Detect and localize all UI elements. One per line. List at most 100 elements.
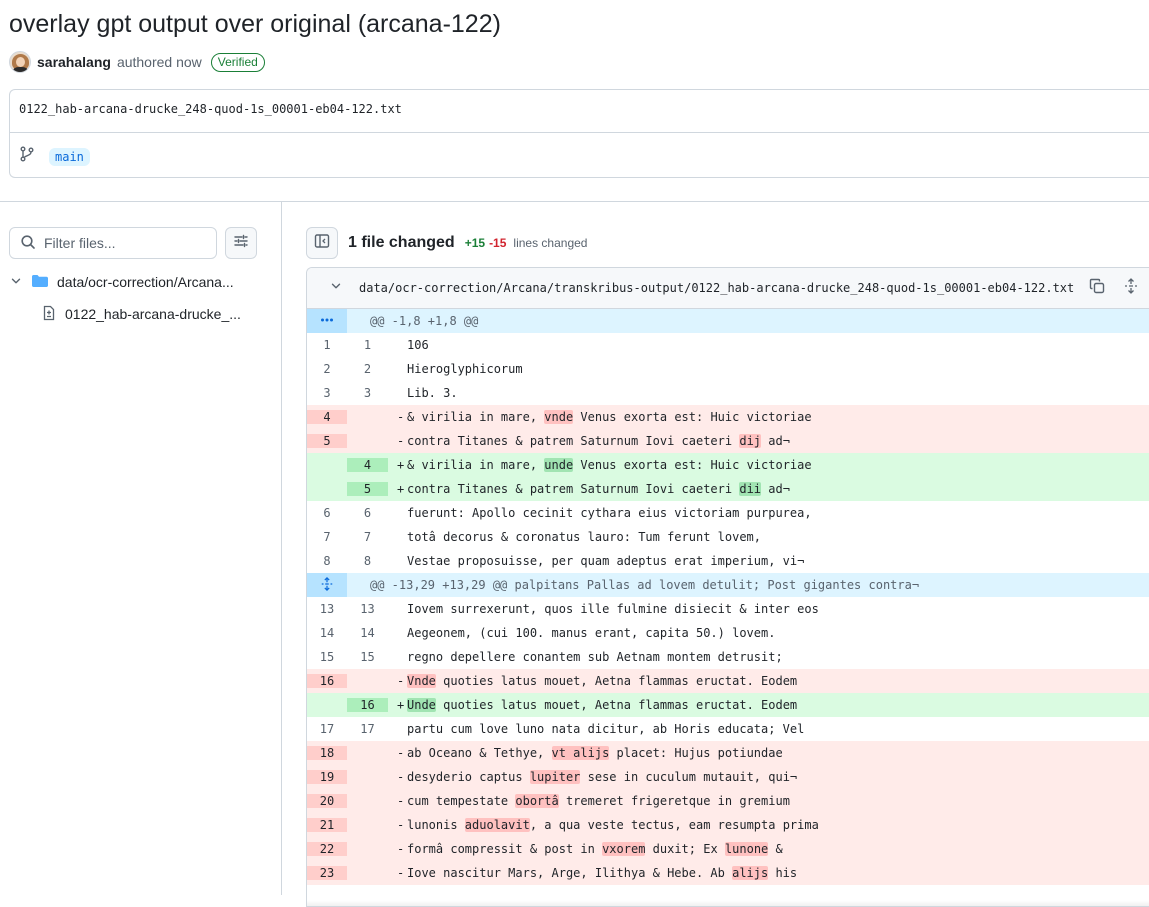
code-segment: Lib. 3.: [407, 386, 458, 400]
old-line-number[interactable]: 13: [307, 602, 347, 616]
addition-marker: +: [388, 482, 403, 496]
line-code: Vestae proposuisse, per quam adeptus era…: [388, 554, 804, 568]
author-link[interactable]: sarahalang: [37, 54, 111, 70]
new-line-number[interactable]: 5: [347, 482, 388, 496]
old-line-number[interactable]: 21: [307, 818, 347, 832]
deletion-marker: -: [388, 770, 403, 784]
new-line-number[interactable]: 17: [347, 722, 388, 736]
search-icon: [20, 234, 36, 253]
code-segment: duxit; Ex: [645, 842, 724, 856]
code-segment: his: [768, 866, 797, 880]
new-line-number[interactable]: 16: [347, 698, 388, 712]
line-code: lunonis aduolavit, a qua veste tectus, e…: [403, 818, 819, 832]
old-line-number[interactable]: 17: [307, 722, 347, 736]
file-tree-file[interactable]: 0122_hab-arcana-drucke_...: [41, 302, 274, 326]
code-segment: tremeret frigeretque in gremium: [559, 794, 790, 808]
file-diff-icon: [41, 305, 57, 324]
code-segment: quoties latus mouet, Aetna flammas eruct…: [436, 698, 797, 712]
diff-line: 1313Iovem surrexerunt, quos ille fulmine…: [307, 597, 1149, 621]
filter-files-field[interactable]: [9, 227, 217, 259]
commit-message: 0122_hab-arcana-drucke_248-quod-1s_00001…: [19, 102, 402, 116]
divider: [10, 132, 1149, 133]
old-line-number[interactable]: 19: [307, 770, 347, 784]
changed-word: dii: [739, 482, 761, 496]
diff-summary: 1 file changed +15 -15 lines changed: [306, 227, 587, 259]
new-line-number[interactable]: 7: [347, 530, 388, 544]
old-line-number[interactable]: 2: [307, 362, 347, 376]
old-line-number[interactable]: 18: [307, 746, 347, 760]
code-segment: cum tempestate: [407, 794, 515, 808]
changed-word: lupiter: [530, 770, 581, 784]
new-line-number[interactable]: 14: [347, 626, 388, 640]
code-segment: Vestae proposuisse, per quam adeptus era…: [407, 554, 804, 568]
hunk-text: @@ -13,29 +13,29 @@ palpitans Pallas ad …: [347, 578, 919, 592]
expand-all-button[interactable]: [1120, 277, 1142, 299]
line-code: 106: [388, 338, 429, 352]
code-segment: ad¬: [761, 482, 790, 496]
folder-label: data/ocr-correction/Arcana...: [57, 274, 234, 290]
deletion-marker: -: [388, 794, 403, 808]
line-code: Unde quoties latus mouet, Aetna flammas …: [403, 698, 797, 712]
old-line-number[interactable]: 6: [307, 506, 347, 520]
line-code: regno depellere conantem sub Aetnam mont…: [388, 650, 783, 664]
old-line-number[interactable]: 8: [307, 554, 347, 568]
old-line-number[interactable]: 7: [307, 530, 347, 544]
diff-line: 33 Lib. 3.: [307, 381, 1149, 405]
old-line-number[interactable]: 20: [307, 794, 347, 808]
collapse-file-button[interactable]: [325, 277, 347, 299]
toggle-file-tree-button[interactable]: [306, 227, 338, 259]
verified-badge[interactable]: Verified: [211, 53, 265, 72]
old-line-number[interactable]: 4: [307, 410, 347, 424]
old-line-number[interactable]: 22: [307, 842, 347, 856]
old-line-number[interactable]: 14: [307, 626, 347, 640]
file-tree-folder[interactable]: data/ocr-correction/Arcana...: [9, 270, 274, 294]
old-line-number[interactable]: 16: [307, 674, 347, 688]
code-segment: formâ compressit & post in: [407, 842, 602, 856]
diff-line: 4+& virilia in mare, unde Venus exorta e…: [307, 453, 1149, 477]
expand-hunk-button[interactable]: [307, 573, 347, 597]
code-segment: , a qua veste tectus, eam resumpta prima: [530, 818, 819, 832]
changed-word: obortâ: [515, 794, 558, 808]
expand-hunk-button[interactable]: [307, 309, 347, 333]
diff-line: 1414Aegeonem, (cui 100. manus erant, cap…: [307, 621, 1149, 645]
new-line-number[interactable]: 1: [347, 338, 388, 352]
new-line-number[interactable]: 3: [347, 386, 388, 400]
new-line-number[interactable]: 15: [347, 650, 388, 664]
line-code: formâ compressit & post in vxorem duxit;…: [403, 842, 783, 856]
changed-word: aduolavit: [465, 818, 530, 832]
copy-path-button[interactable]: [1086, 277, 1108, 299]
new-line-number[interactable]: 4: [347, 458, 388, 472]
new-line-number[interactable]: 6: [347, 506, 388, 520]
changed-word: vnde: [544, 410, 573, 424]
additions-count: +15: [465, 236, 485, 250]
changed-word: alijs: [732, 866, 768, 880]
branch-label[interactable]: main: [49, 148, 90, 166]
old-line-number[interactable]: 15: [307, 650, 347, 664]
filter-files-input[interactable]: [44, 235, 204, 251]
avatar[interactable]: [9, 51, 31, 73]
old-line-number[interactable]: 3: [307, 386, 347, 400]
new-line-number[interactable]: 8: [347, 554, 388, 568]
code-segment: Iove nascitur Mars, Arge, Ilithya & Hebe…: [407, 866, 732, 880]
filter-settings-button[interactable]: [225, 227, 257, 259]
code-segment: Hieroglyphicorum: [407, 362, 523, 376]
page-title: overlay gpt output over original (arcana…: [9, 10, 501, 39]
line-code: Hieroglyphicorum: [388, 362, 523, 376]
old-line-number[interactable]: 1: [307, 338, 347, 352]
diff-line: 16-Vnde quoties latus mouet, Aetna flamm…: [307, 669, 1149, 693]
diff-line: 23-Iove nascitur Mars, Arge, Ilithya & H…: [307, 861, 1149, 885]
old-line-number[interactable]: 5: [307, 434, 347, 448]
branch-row: main: [19, 146, 90, 167]
diff-line: 19-desyderio captus lupiter sese in cucu…: [307, 765, 1149, 789]
new-line-number[interactable]: 13: [347, 602, 388, 616]
line-code: Aegeonem, (cui 100. manus erant, capita …: [388, 626, 775, 640]
new-line-number[interactable]: 2: [347, 362, 388, 376]
line-code: & virilia in mare, unde Venus exorta est…: [403, 458, 812, 472]
old-line-number[interactable]: 23: [307, 866, 347, 880]
file-path[interactable]: data/ocr-correction/Arcana/transkribus-o…: [359, 281, 1074, 295]
line-code: Iove nascitur Mars, Arge, Ilithya & Hebe…: [403, 866, 797, 880]
changed-word: unde: [544, 458, 573, 472]
code-segment: placet: Hujus potiundae: [609, 746, 782, 760]
code-segment: 106: [407, 338, 429, 352]
code-segment: & virilia in mare,: [407, 458, 544, 472]
